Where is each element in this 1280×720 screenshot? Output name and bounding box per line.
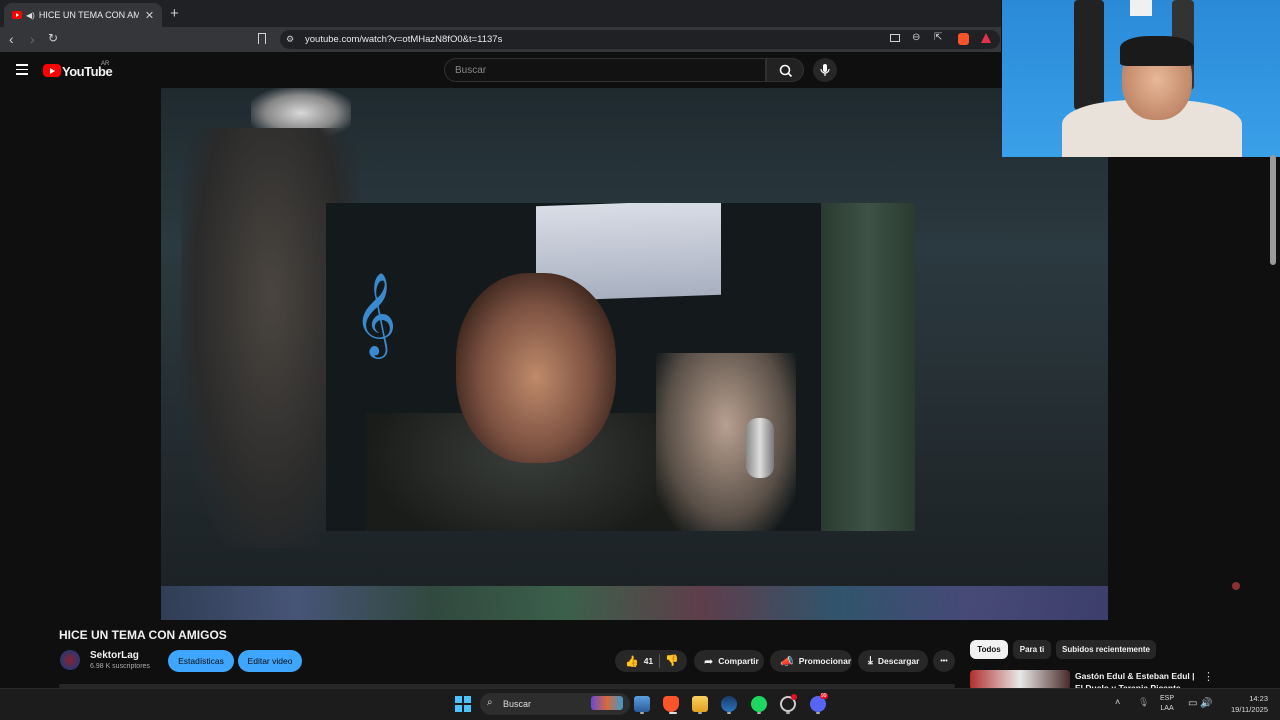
share-button[interactable]: ➦ Compartir xyxy=(694,650,764,672)
guitar-left xyxy=(1074,0,1104,110)
brave-rewards-icon[interactable] xyxy=(981,33,991,43)
brave-active-indicator xyxy=(669,712,677,714)
channel-name[interactable]: SektorLag xyxy=(90,650,139,661)
clock-time: 14:23 xyxy=(1249,694,1268,703)
notification-dot-icon xyxy=(1232,582,1240,590)
region-code: AR xyxy=(101,61,110,67)
chip-subidos-recientemente[interactable]: Subidos recientemente xyxy=(1056,640,1156,659)
thumbs-up-icon[interactable]: 👍 xyxy=(625,655,639,668)
mic-tray-icon[interactable]: 🎙 xyxy=(1138,697,1149,708)
download-icon: ⤓ xyxy=(868,654,873,667)
search-placeholder: Buscar xyxy=(455,65,487,76)
reload-button[interactable]: ↻ xyxy=(48,31,58,45)
network-volume-icons[interactable]: ▭ 🔊 xyxy=(1188,698,1213,709)
explorer-indicator xyxy=(698,712,702,714)
language-code: ESP xyxy=(1160,695,1175,702)
steam-icon[interactable] xyxy=(721,696,737,712)
tab-title: HICE UN TEMA CON AMIGOS xyxy=(38,10,139,20)
hamburger-menu-icon[interactable] xyxy=(16,64,28,78)
more-actions-button[interactable]: ••• xyxy=(933,650,955,672)
video-title: HICE UN TEMA CON AMIGOS xyxy=(59,628,227,642)
video-person-head xyxy=(456,273,616,463)
chip-para-ti[interactable]: Para ti xyxy=(1013,640,1051,659)
browser-tab[interactable]: ◀) HICE UN TEMA CON AMIGOS ✕ xyxy=(4,3,162,27)
youtube-favicon-icon xyxy=(12,11,22,19)
treble-clef-icon: 𝄞 xyxy=(354,271,397,355)
microphone-icon xyxy=(820,64,830,76)
thumbs-down-icon[interactable]: 👎 xyxy=(665,654,679,667)
webcam-overlay xyxy=(1002,0,1280,157)
brave-shields-icon[interactable] xyxy=(958,33,969,45)
tab-close-button[interactable]: ✕ xyxy=(145,9,154,22)
like-divider xyxy=(659,654,660,668)
obs-notification-badge xyxy=(791,694,797,700)
recommendation-menu-icon[interactable]: ⋮ xyxy=(1203,670,1214,683)
stats-button[interactable]: Estadísticas xyxy=(168,650,234,672)
tray-overflow-icon[interactable]: ˄ xyxy=(1115,697,1120,707)
bookmark-icon[interactable] xyxy=(258,33,266,44)
streamer-hair xyxy=(1120,36,1194,66)
taskbar-search-icon: ⌕ xyxy=(487,697,493,708)
chip-todos[interactable]: Todos xyxy=(970,640,1008,659)
discord-badge: 99 xyxy=(820,693,828,699)
clock-date: 19/11/2025 xyxy=(1231,705,1268,714)
site-info-icon[interactable]: ⚙ xyxy=(286,34,294,45)
video-blurred-band xyxy=(161,586,1108,620)
task-view-indicator xyxy=(640,712,644,714)
taskbar-search-label: Buscar xyxy=(503,699,532,709)
channel-avatar[interactable] xyxy=(60,650,80,670)
subscriber-count: 6.98 K suscriptores xyxy=(90,663,150,670)
zoom-icon[interactable]: ⊖ xyxy=(912,32,920,43)
speaker-icon[interactable]: ◀) xyxy=(26,11,35,20)
studio-microphone xyxy=(746,418,774,478)
file-explorer-icon[interactable] xyxy=(692,696,708,712)
windows-start-icon[interactable] xyxy=(455,696,471,712)
search-highlight-widget-icon[interactable] xyxy=(591,696,623,710)
video-frame: 𝄞 xyxy=(326,203,915,531)
new-tab-button[interactable]: + xyxy=(170,5,179,22)
share-icon: ➦ xyxy=(704,655,714,668)
promote-button[interactable]: 📣 Promocionar xyxy=(770,650,852,672)
promote-label: Promocionar xyxy=(798,656,852,666)
brave-browser-icon[interactable] xyxy=(663,696,679,712)
video-curtain xyxy=(821,203,915,531)
megaphone-icon: 📣 xyxy=(780,655,794,668)
youtube-logo-icon[interactable] xyxy=(43,64,61,77)
search-input[interactable] xyxy=(444,58,766,82)
edit-video-button[interactable]: Editar video xyxy=(238,650,302,672)
steam-indicator xyxy=(727,712,731,714)
keyboard-layout: LAA xyxy=(1160,705,1174,712)
url-text: youtube.com/watch?v=otMHazN8fO0&t=1137s xyxy=(305,34,503,45)
recommendation-thumbnail[interactable] xyxy=(970,670,1070,690)
system-clock[interactable]: 14:23 19/11/2025 xyxy=(1222,693,1268,715)
back-button[interactable]: ‹ xyxy=(9,31,14,47)
search-icon xyxy=(779,64,793,78)
spotify-indicator xyxy=(757,712,761,714)
discord-indicator xyxy=(816,712,820,714)
forward-button[interactable]: › xyxy=(30,31,35,47)
wall-paper xyxy=(1130,0,1152,16)
voice-search-button[interactable] xyxy=(813,58,837,82)
language-indicator[interactable]: ESP LAA xyxy=(1160,694,1174,714)
page-scrollbar[interactable] xyxy=(1270,155,1276,265)
cast-icon[interactable] xyxy=(890,34,900,42)
search-button[interactable] xyxy=(766,58,804,82)
task-view-icon[interactable] xyxy=(634,696,650,712)
obs-indicator xyxy=(786,712,790,714)
like-count[interactable]: 41 xyxy=(644,656,653,666)
download-button[interactable]: ⤓ Descargar xyxy=(858,650,928,672)
spotify-icon[interactable] xyxy=(751,696,767,712)
share-page-icon[interactable]: ⇱ xyxy=(934,32,942,43)
video-second-person xyxy=(656,353,796,531)
share-label: Compartir xyxy=(718,656,759,666)
download-label: Descargar xyxy=(877,656,920,666)
